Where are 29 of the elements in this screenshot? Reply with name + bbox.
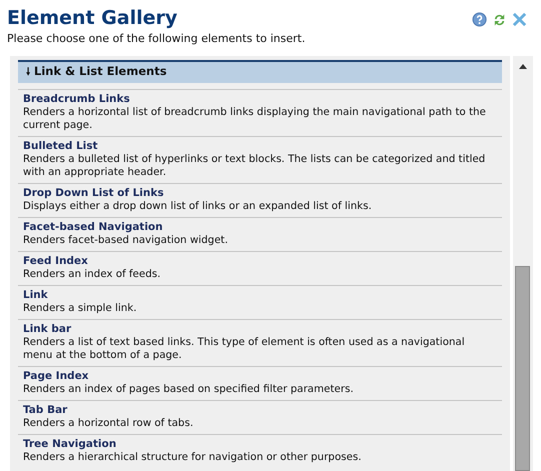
element-name-link[interactable]: Page Index	[23, 370, 497, 383]
dialog-title: Element Gallery	[7, 6, 178, 30]
element-description: Renders a horizontal list of breadcrumb links displaying the main navigational path to the current page.	[23, 106, 487, 132]
element-name-link[interactable]: Facet-based Navigation	[23, 221, 497, 234]
element-description: Renders an index of pages based on specified filter parameters.	[23, 383, 354, 396]
element-name-link[interactable]: Drop Down List of Links	[23, 187, 497, 200]
element-description: Renders a horizontal row of tabs.	[23, 417, 194, 430]
element-name-link[interactable]: Tab Bar	[23, 404, 497, 417]
element-name-link[interactable]: Bulleted List	[23, 140, 497, 153]
element-name-link[interactable]: Tree Navigation	[23, 438, 497, 451]
scroll-thumb[interactable]	[515, 266, 530, 471]
section-header[interactable]: 🠗 Link & List Elements	[18, 60, 502, 83]
close-icon[interactable]	[512, 12, 527, 27]
element-description: Renders a hierarchical structure for navigation or other purposes.	[23, 451, 362, 464]
element-description: Renders a list of text based links. This type of element is often used as a navigational menu at the bottom of a page.	[23, 336, 466, 362]
scroll-up-icon[interactable]	[519, 64, 527, 69]
scrollbar[interactable]	[513, 56, 533, 471]
element-description: Renders a simple link.	[23, 302, 138, 315]
refresh-icon[interactable]	[492, 12, 507, 28]
element-description: Renders a bulleted list of hyperlinks or text blocks. The lists can be categorized and titled with an appropriate header.	[23, 153, 486, 179]
help-icon[interactable]	[472, 12, 487, 27]
instruction-text: Please choose one of the following elements to insert.	[7, 32, 306, 46]
element-description: Renders an index of feeds.	[23, 268, 162, 281]
element-description: Renders facet-based navigation widget.	[23, 234, 229, 247]
element-name-link[interactable]: Feed Index	[23, 255, 497, 268]
element-name-link[interactable]: Link	[23, 289, 497, 302]
element-name-link[interactable]: Link bar	[23, 323, 497, 336]
element-description: Displays either a drop down list of links or an expanded list of links.	[23, 200, 373, 213]
element-name-link[interactable]: Breadcrumb Links	[23, 93, 497, 106]
